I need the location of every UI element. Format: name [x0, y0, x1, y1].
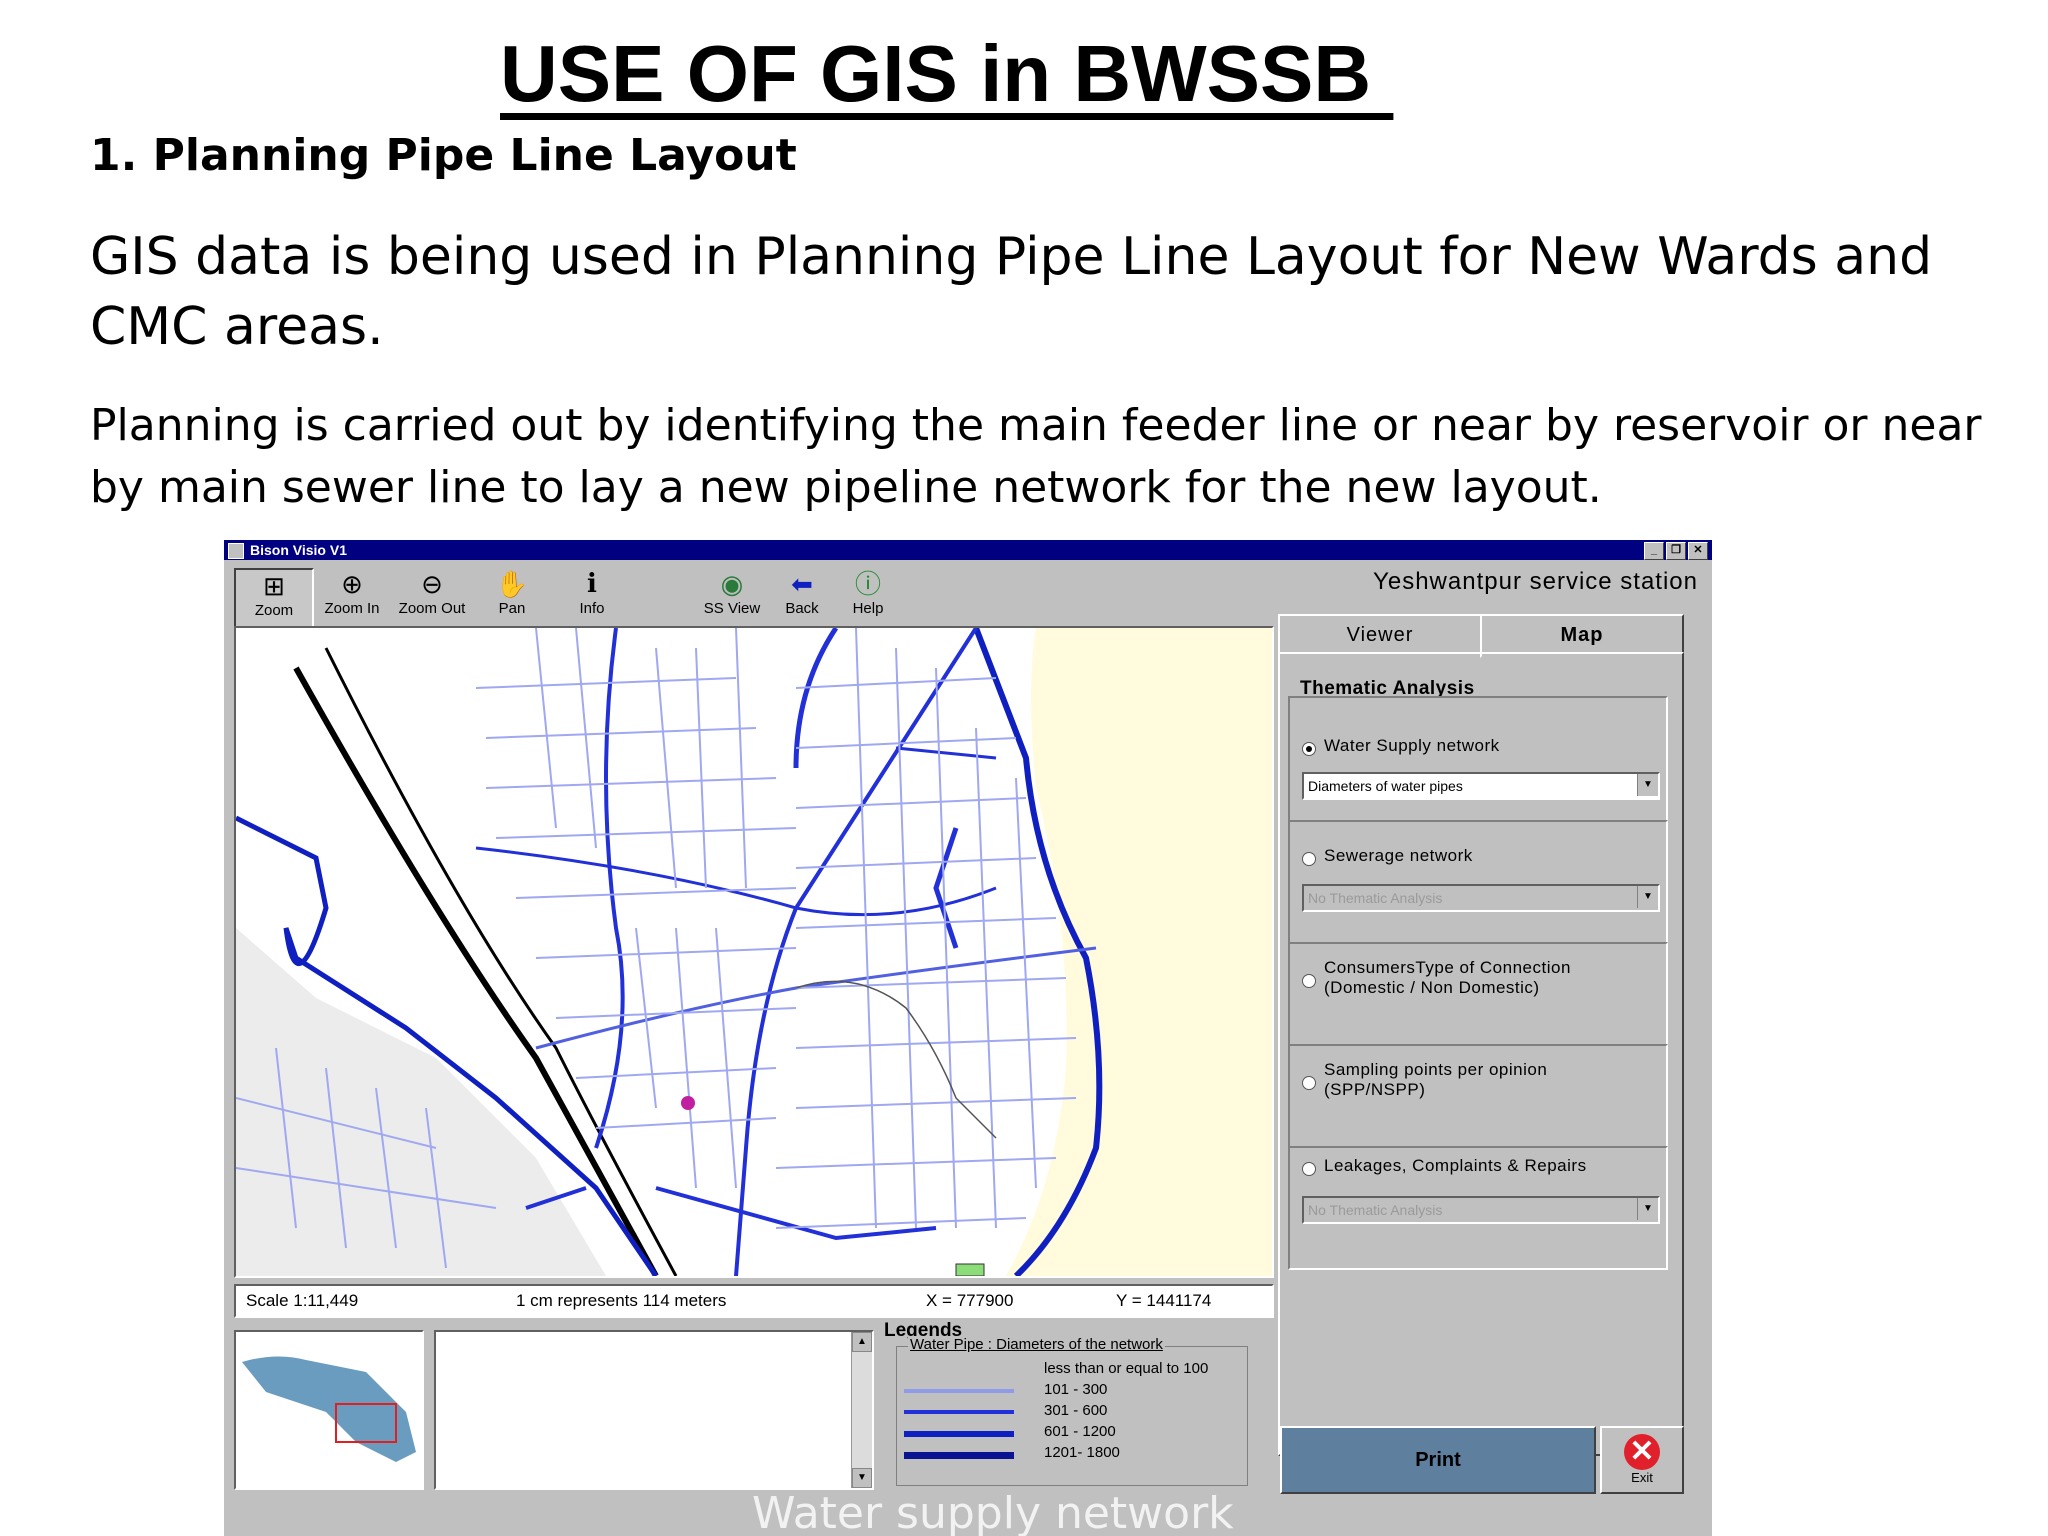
zoom-out-label: Zoom Out [398, 600, 466, 617]
water-supply-select[interactable]: Diameters of water pipes ▼ [1302, 772, 1660, 800]
help-icon: ⓘ [854, 569, 881, 599]
hand-icon: ✋ [495, 569, 529, 599]
leakages-radio[interactable] [1302, 1162, 1316, 1176]
close-window-button[interactable]: ✕ [1688, 542, 1708, 560]
overview-drawing [242, 1356, 416, 1462]
zoom-in-label: Zoom In [324, 600, 380, 617]
zoom-label: Zoom [254, 602, 294, 619]
app-icon [228, 543, 244, 559]
scale-description: 1 cm represents 114 meters [516, 1291, 727, 1310]
zoom-in-button[interactable]: ⊕ Zoom In [314, 568, 390, 624]
section-heading: 1. Planning Pipe Line Layout [90, 130, 797, 181]
tab-viewer[interactable]: Viewer [1278, 614, 1482, 654]
pan-button[interactable]: ✋ Pan [474, 568, 550, 624]
leakages-select[interactable]: No Thematic Analysis ▼ [1302, 1196, 1660, 1224]
window-titlebar: Bison Visio V1 _ ❐ ✕ [224, 540, 1712, 560]
consumers-label-line2: (Domestic / Non Domestic) [1324, 978, 1540, 997]
y-coordinate-readout: Y = 1441174 [1116, 1291, 1212, 1310]
sewerage-group [1288, 820, 1668, 944]
map-canvas[interactable] [234, 626, 1274, 1278]
sewerage-label: Sewerage network [1324, 846, 1473, 865]
print-button[interactable]: Print [1280, 1426, 1596, 1494]
info-scrollbar[interactable]: ▲ ▼ [851, 1332, 872, 1488]
magnifier-minus-icon: ⊖ [421, 569, 443, 599]
ss-view-label: SS View [703, 600, 761, 617]
info-button[interactable]: i Info [554, 568, 630, 624]
leakages-label: Leakages, Complaints & Repairs [1324, 1156, 1587, 1175]
chevron-down-icon[interactable]: ▼ [1637, 1198, 1658, 1220]
sampling-label-line1: Sampling points per opinion [1324, 1060, 1548, 1079]
legend-subtitle: Water Pipe : Diameters of the network [908, 1336, 1165, 1353]
globe-icon: ◉ [720, 569, 744, 599]
help-button[interactable]: ⓘ Help [836, 568, 900, 624]
zoom-box-icon: ⊞ [263, 571, 285, 601]
sampling-label-line2: (SPP/NSPP) [1324, 1080, 1426, 1099]
map-caption: Water supply network [752, 1488, 1234, 1536]
consumers-label-line1: ConsumersType of Connection [1324, 958, 1571, 977]
legends-panel: Legends Water Pipe : Diameters of the ne… [884, 1320, 1264, 1490]
info-text-area[interactable]: ▲ ▼ [434, 1330, 874, 1490]
back-button[interactable]: ⬅ Back [770, 568, 834, 624]
info-label: Info [579, 600, 605, 617]
close-icon: ✕ [1624, 1434, 1660, 1470]
water-supply-radio[interactable] [1302, 742, 1316, 756]
map-marker [681, 1096, 695, 1110]
help-label: Help [852, 600, 884, 617]
x-coordinate-readout: X = 777900 [926, 1291, 1014, 1310]
back-arrow-icon: ⬅ [791, 569, 813, 599]
back-label: Back [785, 600, 819, 617]
zoom-button[interactable]: ⊞ Zoom [234, 568, 314, 628]
magnifier-plus-icon: ⊕ [341, 569, 363, 599]
chevron-down-icon[interactable]: ▼ [1637, 886, 1658, 908]
minimize-button[interactable]: _ [1644, 542, 1664, 560]
scroll-up-icon[interactable]: ▲ [852, 1332, 872, 1352]
sewerage-radio[interactable] [1302, 852, 1316, 866]
slide-title: USE OF GIS in BWSSB [500, 29, 1394, 118]
map-drawing [236, 628, 1272, 1276]
scroll-down-icon[interactable]: ▼ [852, 1468, 872, 1488]
water-supply-group [1288, 696, 1668, 822]
window-title: Bison Visio V1 [250, 542, 347, 558]
pan-label: Pan [498, 600, 526, 617]
overview-map[interactable] [234, 1330, 424, 1490]
zoom-out-button[interactable]: ⊖ Zoom Out [394, 568, 470, 624]
chevron-down-icon[interactable]: ▼ [1637, 774, 1658, 796]
map-status-bar: Scale 1:11,449 1 cm represents 114 meter… [234, 1284, 1274, 1318]
sampling-radio[interactable] [1302, 1076, 1316, 1090]
scale-readout: Scale 1:11,449 [246, 1291, 359, 1310]
ss-view-button[interactable]: ◉ SS View [700, 568, 764, 624]
gis-app-window: Bison Visio V1 _ ❐ ✕ ⊞ Zoom ⊕ Zoom In ⊖ … [224, 540, 1712, 1536]
paragraph-1: GIS data is being used in Planning Pipe … [90, 227, 1933, 357]
info-icon: i [587, 569, 597, 599]
paragraph-2: Planning is carried out by identifying t… [90, 400, 1982, 513]
consumers-radio[interactable] [1302, 974, 1316, 988]
sewerage-select[interactable]: No Thematic Analysis ▼ [1302, 884, 1660, 912]
water-supply-label: Water Supply network [1324, 736, 1500, 755]
service-station-label: Yeshwantpur service station [1373, 568, 1698, 595]
restore-button[interactable]: ❐ [1666, 542, 1686, 560]
exit-label: Exit [1631, 1470, 1653, 1485]
exit-button[interactable]: ✕ Exit [1600, 1426, 1684, 1494]
